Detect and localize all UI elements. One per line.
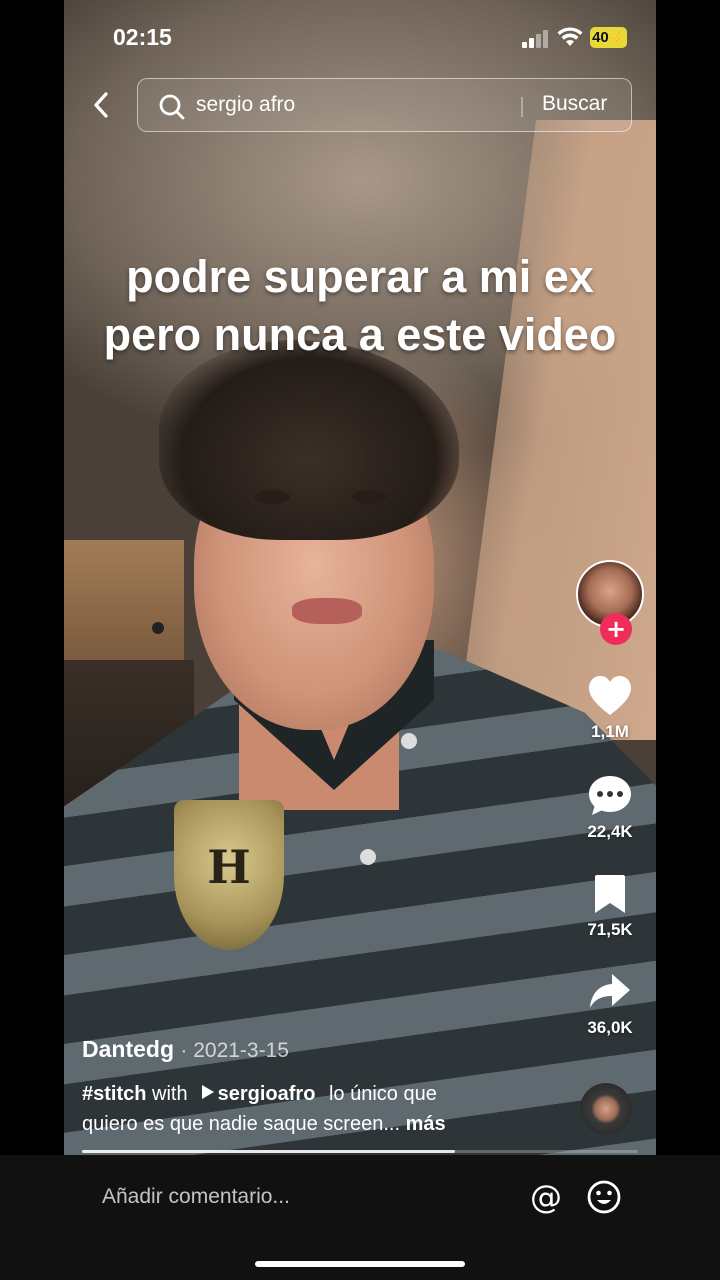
video-shirt-button — [401, 733, 417, 749]
comment-icon — [589, 776, 631, 815]
mention-link[interactable]: sergioafro — [218, 1083, 316, 1105]
like-button[interactable]: 1,1M — [568, 672, 652, 742]
creator-avatar-button[interactable]: + — [576, 560, 644, 645]
post-meta: Dantedg · 2021-3-15 #stitch with sergioaf… — [82, 1036, 582, 1139]
back-chevron-icon — [94, 92, 108, 118]
at-icon[interactable]: @ — [528, 1179, 564, 1215]
with-text: with — [152, 1083, 188, 1105]
search-submit-button[interactable]: Buscar — [542, 92, 607, 116]
video-progress-bar[interactable] — [82, 1150, 638, 1153]
battery-label: 40 — [592, 29, 609, 46]
overlay-caption-line: pero nunca a este video — [103, 309, 617, 360]
play-icon — [201, 1085, 214, 1099]
search-query[interactable]: sergio afro — [196, 93, 295, 117]
search-icon — [159, 94, 185, 120]
like-count: 1,1M — [591, 722, 629, 741]
music-disc-icon[interactable] — [580, 1083, 632, 1135]
video-door — [64, 540, 184, 660]
search-row: sergio afro Buscar — [64, 76, 656, 134]
comment-button[interactable]: 22,4K — [568, 772, 652, 842]
status-time: 02:15 — [113, 24, 172, 50]
battery-charging-icon: 40 ⚡ — [590, 27, 627, 48]
post-description[interactable]: #stitch with sergioafro lo único que quie… — [82, 1079, 582, 1139]
search-input[interactable]: sergio afro Buscar — [137, 78, 632, 132]
share-button[interactable]: 36,0K — [568, 968, 652, 1038]
share-count: 36,0K — [587, 1018, 633, 1037]
wifi-icon — [557, 27, 583, 46]
author-line: Dantedg · 2021-3-15 — [82, 1036, 582, 1063]
letterbox-left — [0, 0, 64, 1280]
video-crest-emblem: H — [207, 840, 251, 894]
follow-plus-icon[interactable]: + — [600, 613, 632, 645]
save-button[interactable]: 71,5K — [568, 870, 652, 940]
save-count: 71,5K — [587, 920, 633, 939]
more-link[interactable]: más — [406, 1113, 446, 1135]
letterbox-right — [656, 0, 720, 1280]
author-name[interactable]: Dantedg — [82, 1036, 174, 1062]
post-date: · 2021-3-15 — [180, 1039, 289, 1062]
signal-icon — [522, 30, 550, 48]
video-door-knob — [152, 622, 164, 634]
video-mouth — [292, 598, 362, 624]
back-button[interactable] — [84, 88, 118, 122]
share-icon — [590, 974, 630, 1008]
video-eye-right — [352, 490, 388, 504]
hashtag-link[interactable]: #stitch — [82, 1083, 146, 1105]
video-wall — [456, 120, 656, 740]
bookmark-icon — [595, 875, 625, 913]
description-text: quiero es que nadie saque screen... — [82, 1113, 400, 1135]
video-hair — [159, 340, 459, 540]
comment-count: 22,4K — [587, 822, 633, 841]
comment-bar: Añadir comentario... @ — [0, 1155, 720, 1280]
emoji-icon[interactable] — [586, 1179, 622, 1215]
overlay-caption-line: podre superar a mi ex — [126, 251, 594, 302]
video-progress-fill — [82, 1150, 455, 1153]
video-shirt-button — [360, 849, 376, 865]
status-bar: 02:15 40 ⚡ — [64, 0, 656, 70]
heart-icon — [589, 676, 631, 715]
charging-bolt-icon: ⚡ — [608, 29, 625, 45]
search-divider — [521, 97, 523, 117]
comment-input[interactable]: Añadir comentario... — [102, 1185, 290, 1209]
video-eye-left — [254, 490, 290, 504]
home-indicator — [255, 1261, 465, 1267]
video-overlay-caption: podre superar a mi ex pero nunca a este … — [64, 248, 656, 364]
description-text: lo único que — [328, 1083, 437, 1105]
